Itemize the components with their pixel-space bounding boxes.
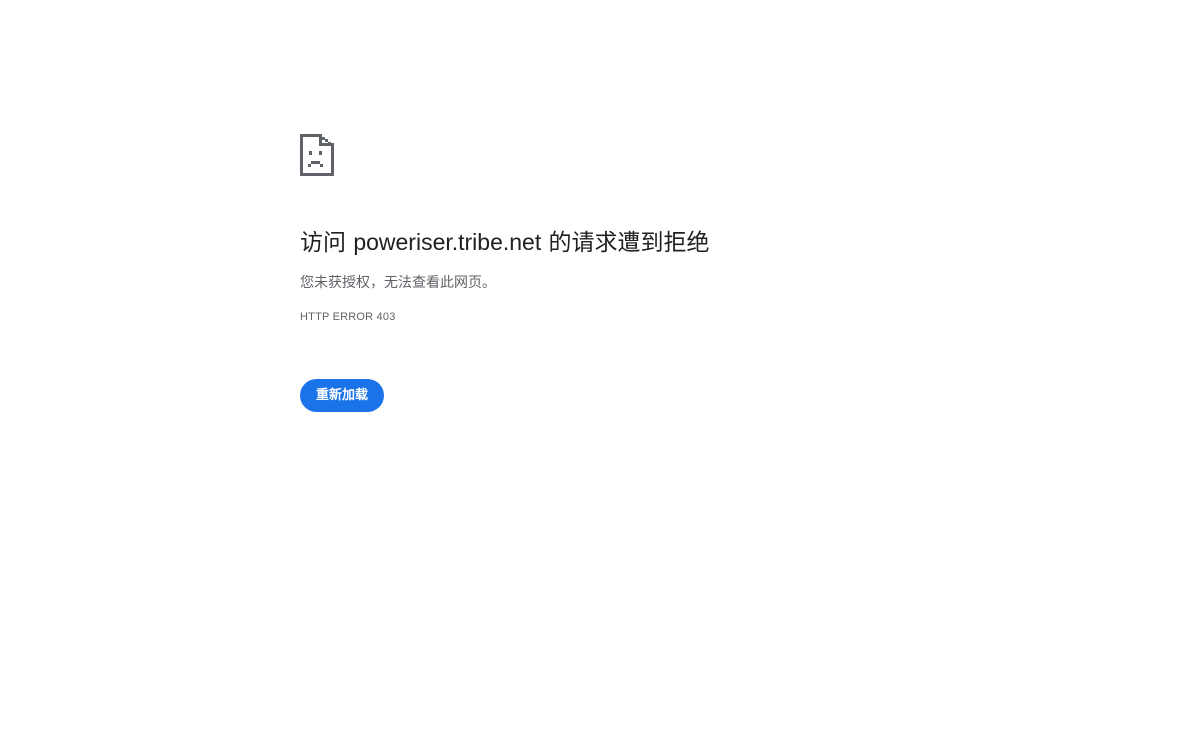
- error-code: HTTP ERROR 403: [300, 311, 396, 323]
- error-content: 访问 poweriser.tribe.net 的请求遭到拒绝 您未获授权，无法查…: [300, 134, 920, 325]
- sad-document-icon: [300, 134, 334, 176]
- error-title: 访问 poweriser.tribe.net 的请求遭到拒绝: [300, 226, 920, 259]
- title-prefix: 访问: [300, 230, 354, 256]
- reload-button[interactable]: 重新加载: [300, 379, 385, 412]
- error-page: 访问 poweriser.tribe.net 的请求遭到拒绝 您未获授权，无法查…: [0, 0, 1200, 740]
- title-suffix: 的请求遭到拒绝: [541, 230, 710, 256]
- error-description: 您未获授权，无法查看此网页。: [300, 275, 496, 291]
- host-name: poweriser.tribe.net: [353, 229, 542, 255]
